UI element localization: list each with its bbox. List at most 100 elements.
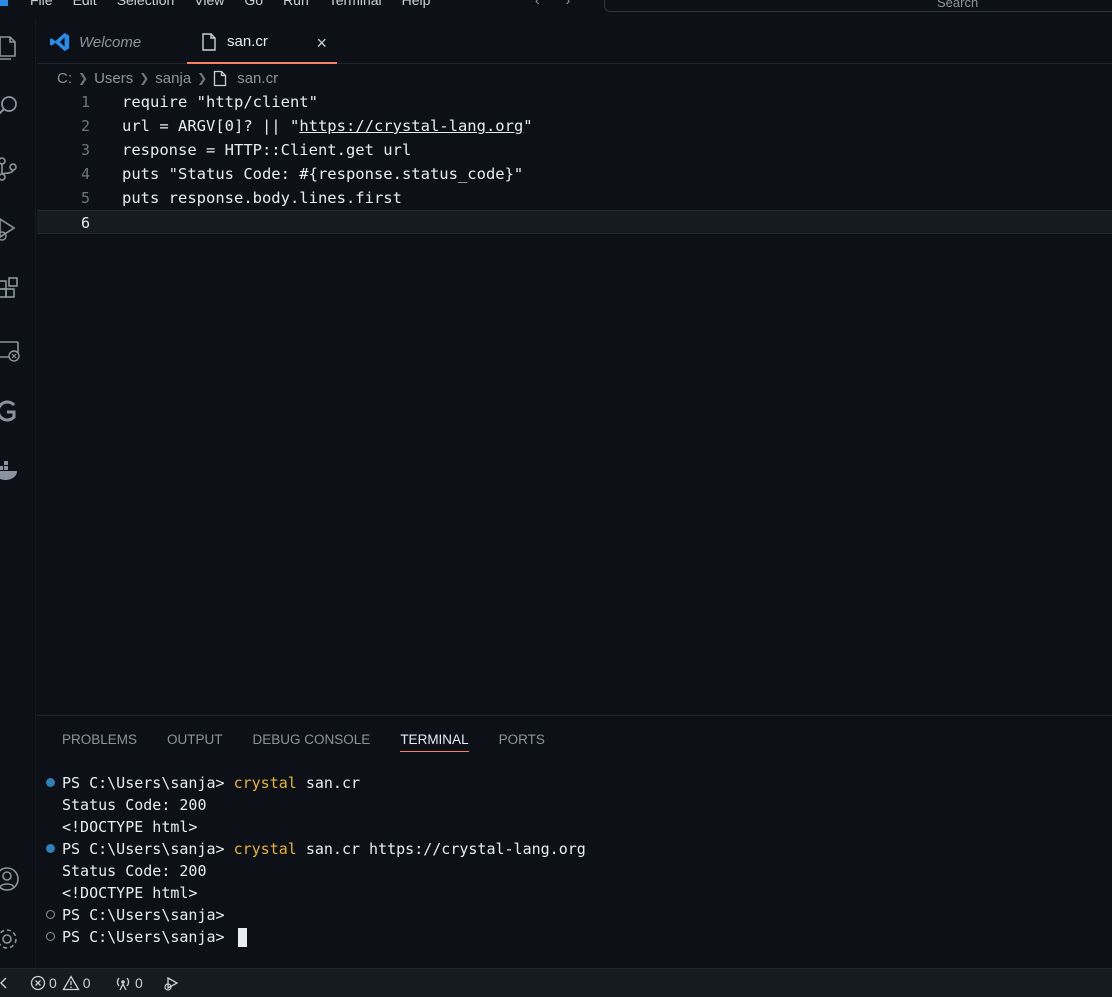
current-code-line: 6 — [37, 210, 1112, 234]
panel-tabs: PROBLEMS OUTPUT DEBUG CONSOLE TERMINAL P… — [62, 732, 575, 752]
terminal-line: PS C:\Users\sanja> — [37, 904, 1112, 926]
code-text: url = ARGV[0]? || "https://crystal-lang.… — [122, 114, 533, 138]
breadcrumb-file[interactable]: san.cr — [237, 70, 278, 87]
terminal-text: <!DOCTYPE html> — [62, 884, 198, 902]
terminal-output[interactable]: PS C:\Users\sanja> crystal san.cr Status… — [37, 772, 1112, 948]
code-url-link[interactable]: https://crystal-lang.org — [299, 117, 523, 135]
line-number: 4 — [80, 165, 90, 183]
terminal-line: PS C:\Users\sanja> crystal san.cr — [37, 772, 1112, 794]
explorer-icon[interactable] — [0, 32, 22, 62]
search-icon[interactable] — [0, 92, 22, 122]
terminal-prompt: PS C:\Users\sanja> — [62, 840, 234, 858]
terminal-line: Status Code: 200 — [37, 794, 1112, 816]
tab-san-cr[interactable]: san.cr × — [187, 20, 337, 64]
extensions-icon[interactable] — [0, 275, 22, 305]
tab-welcome[interactable]: Welcome — [37, 20, 187, 64]
tab-debug-console[interactable]: DEBUG CONSOLE — [253, 732, 371, 752]
search-label: Search — [937, 0, 979, 10]
menu-help[interactable]: Help — [402, 0, 431, 8]
terminal-line: PS C:\Users\sanja> — [37, 926, 1112, 948]
nav-arrows: ‹ › — [535, 0, 592, 8]
back-button[interactable]: ‹ — [535, 0, 540, 8]
terminal-line: <!DOCTYPE html> — [37, 816, 1112, 838]
command-status-dot-icon[interactable] — [46, 778, 55, 787]
close-icon[interactable]: × — [316, 33, 327, 54]
remote-indicator-icon[interactable] — [0, 975, 8, 991]
run-debug-icon[interactable] — [0, 214, 22, 244]
terminal-args: san.cr https://crystal-lang.org — [296, 840, 586, 858]
terminal-text: Status Code: 200 — [62, 862, 207, 880]
terminal-line: <!DOCTYPE html> — [37, 882, 1112, 904]
docker-icon[interactable] — [0, 456, 22, 486]
command-status-dot-icon[interactable] — [46, 932, 55, 941]
editor-tabs: Welcome san.cr × — [37, 20, 1112, 64]
ports-count: 0 — [135, 975, 143, 991]
line-number: 6 — [80, 214, 90, 232]
gitlens-icon[interactable] — [0, 396, 22, 426]
terminal-prompt: PS C:\Users\sanja> — [62, 774, 234, 792]
status-bar: 0 0 0 — [0, 968, 1112, 997]
vscode-icon — [49, 32, 70, 52]
terminal-cursor — [237, 928, 247, 947]
code-line: 2 url = ARGV[0]? || "https://crystal-lan… — [37, 114, 1112, 138]
breadcrumb-sanja[interactable]: sanja — [155, 70, 191, 87]
menu-bar: File Edit Selection View Go Run Terminal… — [30, 0, 450, 8]
vscode-logo-icon — [0, 0, 8, 6]
terminal-line: PS C:\Users\sanja> crystal san.cr https:… — [37, 838, 1112, 860]
settings-gear-icon[interactable] — [0, 924, 22, 954]
terminal-prompt: PS C:\Users\sanja> — [62, 906, 234, 924]
tab-problems[interactable]: PROBLEMS — [62, 732, 137, 752]
code-line: 1 require "http/client" — [37, 90, 1112, 114]
bottom-panel: PROBLEMS OUTPUT DEBUG CONSOLE TERMINAL P… — [37, 715, 1112, 968]
command-center-search[interactable]: Search — [604, 0, 1112, 12]
account-icon[interactable] — [0, 864, 22, 894]
debug-launch-icon[interactable] — [162, 975, 180, 991]
code-text: response = HTTP::Client.get url — [122, 141, 412, 159]
tab-welcome-label: Welcome — [79, 33, 142, 51]
code-segment: " — [523, 117, 533, 135]
code-segment: url = ARGV[0]? || " — [122, 117, 300, 135]
menu-selection[interactable]: Selection — [117, 0, 175, 8]
menu-edit[interactable]: Edit — [73, 0, 97, 8]
remote-explorer-icon[interactable] — [0, 336, 22, 366]
terminal-command: crystal — [233, 774, 297, 792]
menu-view[interactable]: View — [194, 0, 224, 8]
forward-button[interactable]: › — [566, 0, 571, 8]
command-status-dot-icon[interactable] — [46, 844, 55, 853]
tab-terminal[interactable]: TERMINAL — [400, 732, 469, 752]
broadcast-icon — [116, 977, 130, 991]
menu-file[interactable]: File — [30, 0, 53, 8]
command-status-dot-icon[interactable] — [46, 910, 55, 919]
error-icon — [30, 975, 46, 991]
terminal-text: Status Code: 200 — [62, 796, 207, 814]
terminal-args: san.cr — [296, 774, 361, 792]
breadcrumb-users[interactable]: Users — [94, 70, 133, 87]
menu-go[interactable]: Go — [244, 0, 263, 8]
code-editor[interactable]: 1 require "http/client" 2 url = ARGV[0]?… — [37, 90, 1112, 715]
warning-icon — [62, 975, 80, 991]
tab-output[interactable]: OUTPUT — [167, 732, 223, 752]
warning-count: 0 — [82, 975, 91, 991]
code-text: require "http/client" — [122, 93, 318, 111]
line-number: 3 — [80, 141, 90, 159]
code-text: puts response.body.lines.first — [122, 189, 402, 207]
menu-run[interactable]: Run — [283, 0, 309, 8]
source-control-icon[interactable] — [0, 154, 22, 184]
chevron-right-icon: ❯ — [197, 71, 208, 85]
code-text: puts "Status Code: #{response.status_cod… — [122, 165, 524, 183]
tab-san-cr-label: san.cr — [227, 33, 268, 50]
chevron-right-icon: ❯ — [78, 71, 89, 85]
ports-indicator[interactable]: 0 — [114, 975, 143, 991]
line-number: 5 — [80, 189, 90, 207]
menu-terminal[interactable]: Terminal — [329, 0, 382, 8]
code-line: 5 puts response.body.lines.first — [37, 186, 1112, 210]
tab-ports[interactable]: PORTS — [499, 732, 545, 752]
chevron-right-icon: ❯ — [139, 71, 150, 85]
activity-bar — [0, 20, 36, 968]
title-bar: File Edit Selection View Go Run Terminal… — [0, 0, 1112, 20]
problems-indicator[interactable]: 0 0 — [30, 975, 91, 991]
terminal-prompt: PS C:\Users\sanja> — [62, 928, 234, 946]
breadcrumb-drive[interactable]: C: — [57, 70, 72, 87]
file-icon — [214, 70, 227, 86]
file-icon — [202, 32, 216, 51]
